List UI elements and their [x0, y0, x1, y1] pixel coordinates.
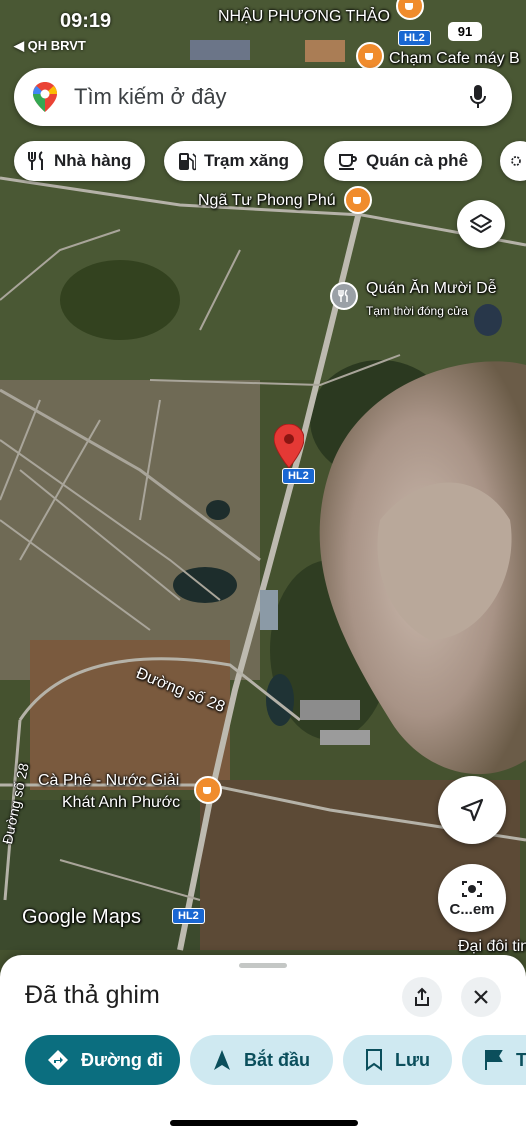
camera-search-button[interactable]: C...em [438, 864, 506, 932]
place-label-ca-phe-anh-phuoc-line2[interactable]: Khát Anh Phước [62, 794, 180, 812]
sheet-title: Đã thả ghim [25, 981, 160, 1009]
route-shield-hl2-pin: HL2 [282, 468, 315, 484]
place-label-cham-cafe[interactable]: Chạm Cafe máy B [389, 50, 520, 68]
restaurant-poi-icon[interactable] [330, 282, 358, 310]
label-button[interactable]: T [462, 1035, 526, 1085]
chip-restaurants[interactable]: Nhà hàng [14, 141, 146, 181]
chip-label: Nhà hàng [54, 151, 132, 170]
close-button[interactable] [461, 977, 501, 1017]
cafe-poi-icon[interactable] [344, 186, 372, 214]
battery-indicator: 91 [448, 22, 482, 41]
save-button[interactable]: Lưu [343, 1035, 452, 1085]
place-status-closed: Tạm thời đóng cửa [366, 304, 468, 318]
chip-coffee-shops[interactable]: Quán cà phê [324, 141, 483, 181]
cafe-poi-icon[interactable] [194, 776, 222, 804]
layers-button[interactable] [457, 200, 505, 248]
directions-button[interactable]: Đường đi [25, 1035, 180, 1085]
navigation-arrow-icon [214, 1050, 230, 1070]
close-icon [474, 990, 488, 1004]
action-label: Lưu [395, 1049, 431, 1070]
coffee-cup-icon [339, 154, 357, 170]
place-bottom-sheet[interactable]: Đã thả ghim Đường đi Bắt đầu Lưu T [0, 955, 526, 1137]
place-label-nga-tu-phong-phu[interactable]: Ngã Tư Phong Phú [198, 192, 336, 210]
camera-lens-icon [462, 880, 482, 897]
share-button[interactable] [402, 977, 442, 1017]
google-maps-pin-logo-icon [33, 82, 57, 112]
google-maps-watermark: Google Maps [22, 906, 141, 928]
bookmark-icon [366, 1049, 382, 1071]
search-input[interactable]: Tìm kiếm ở đây [74, 84, 458, 110]
back-to-app-link[interactable]: ◀ QH BRVT [14, 38, 86, 54]
status-time: 09:19 [60, 10, 112, 32]
start-button[interactable]: Bắt đầu [190, 1035, 333, 1085]
place-label-ca-phe-anh-phuoc-line1[interactable]: Cà Phê - Nước Giải [38, 772, 179, 790]
place-label-quan-an-muoi-de[interactable]: Quán Ăn Mười Dễ [366, 280, 497, 298]
route-shield-hl2-bottom: HL2 [172, 908, 205, 924]
cafe-poi-icon[interactable] [356, 42, 384, 70]
action-label: Bắt đầu [244, 1049, 311, 1070]
microphone-icon[interactable] [458, 77, 498, 117]
flag-icon [485, 1050, 503, 1070]
chip-gas-stations[interactable]: Trạm xăng [164, 141, 304, 181]
camera-button-label: C...em [449, 900, 495, 918]
layers-icon [470, 214, 492, 233]
sheet-drag-handle[interactable] [239, 963, 287, 968]
place-label-dai-doi-tin[interactable]: Đại đôi tin [458, 938, 526, 956]
navigation-arrow-icon [460, 798, 484, 822]
gas-station-icon [179, 153, 196, 171]
my-location-button[interactable] [438, 776, 506, 844]
chip-label: Trạm xăng [204, 151, 290, 170]
route-shield-hl2-top: HL2 [398, 30, 431, 46]
dropped-pin-icon[interactable] [273, 423, 305, 469]
share-icon [415, 987, 429, 1006]
fork-knife-icon [28, 151, 43, 170]
search-bar[interactable]: Tìm kiếm ở đây [14, 68, 512, 126]
chip-label: Quán cà phê [366, 151, 469, 170]
directions-icon [48, 1050, 68, 1070]
action-label: Đường đi [81, 1049, 163, 1070]
action-label: T [516, 1049, 526, 1070]
home-indicator[interactable] [170, 1120, 358, 1126]
place-label-nhau-phuong-thao[interactable]: NHẬU PHƯƠNG THẢO [218, 8, 390, 26]
gear-icon [511, 156, 521, 166]
